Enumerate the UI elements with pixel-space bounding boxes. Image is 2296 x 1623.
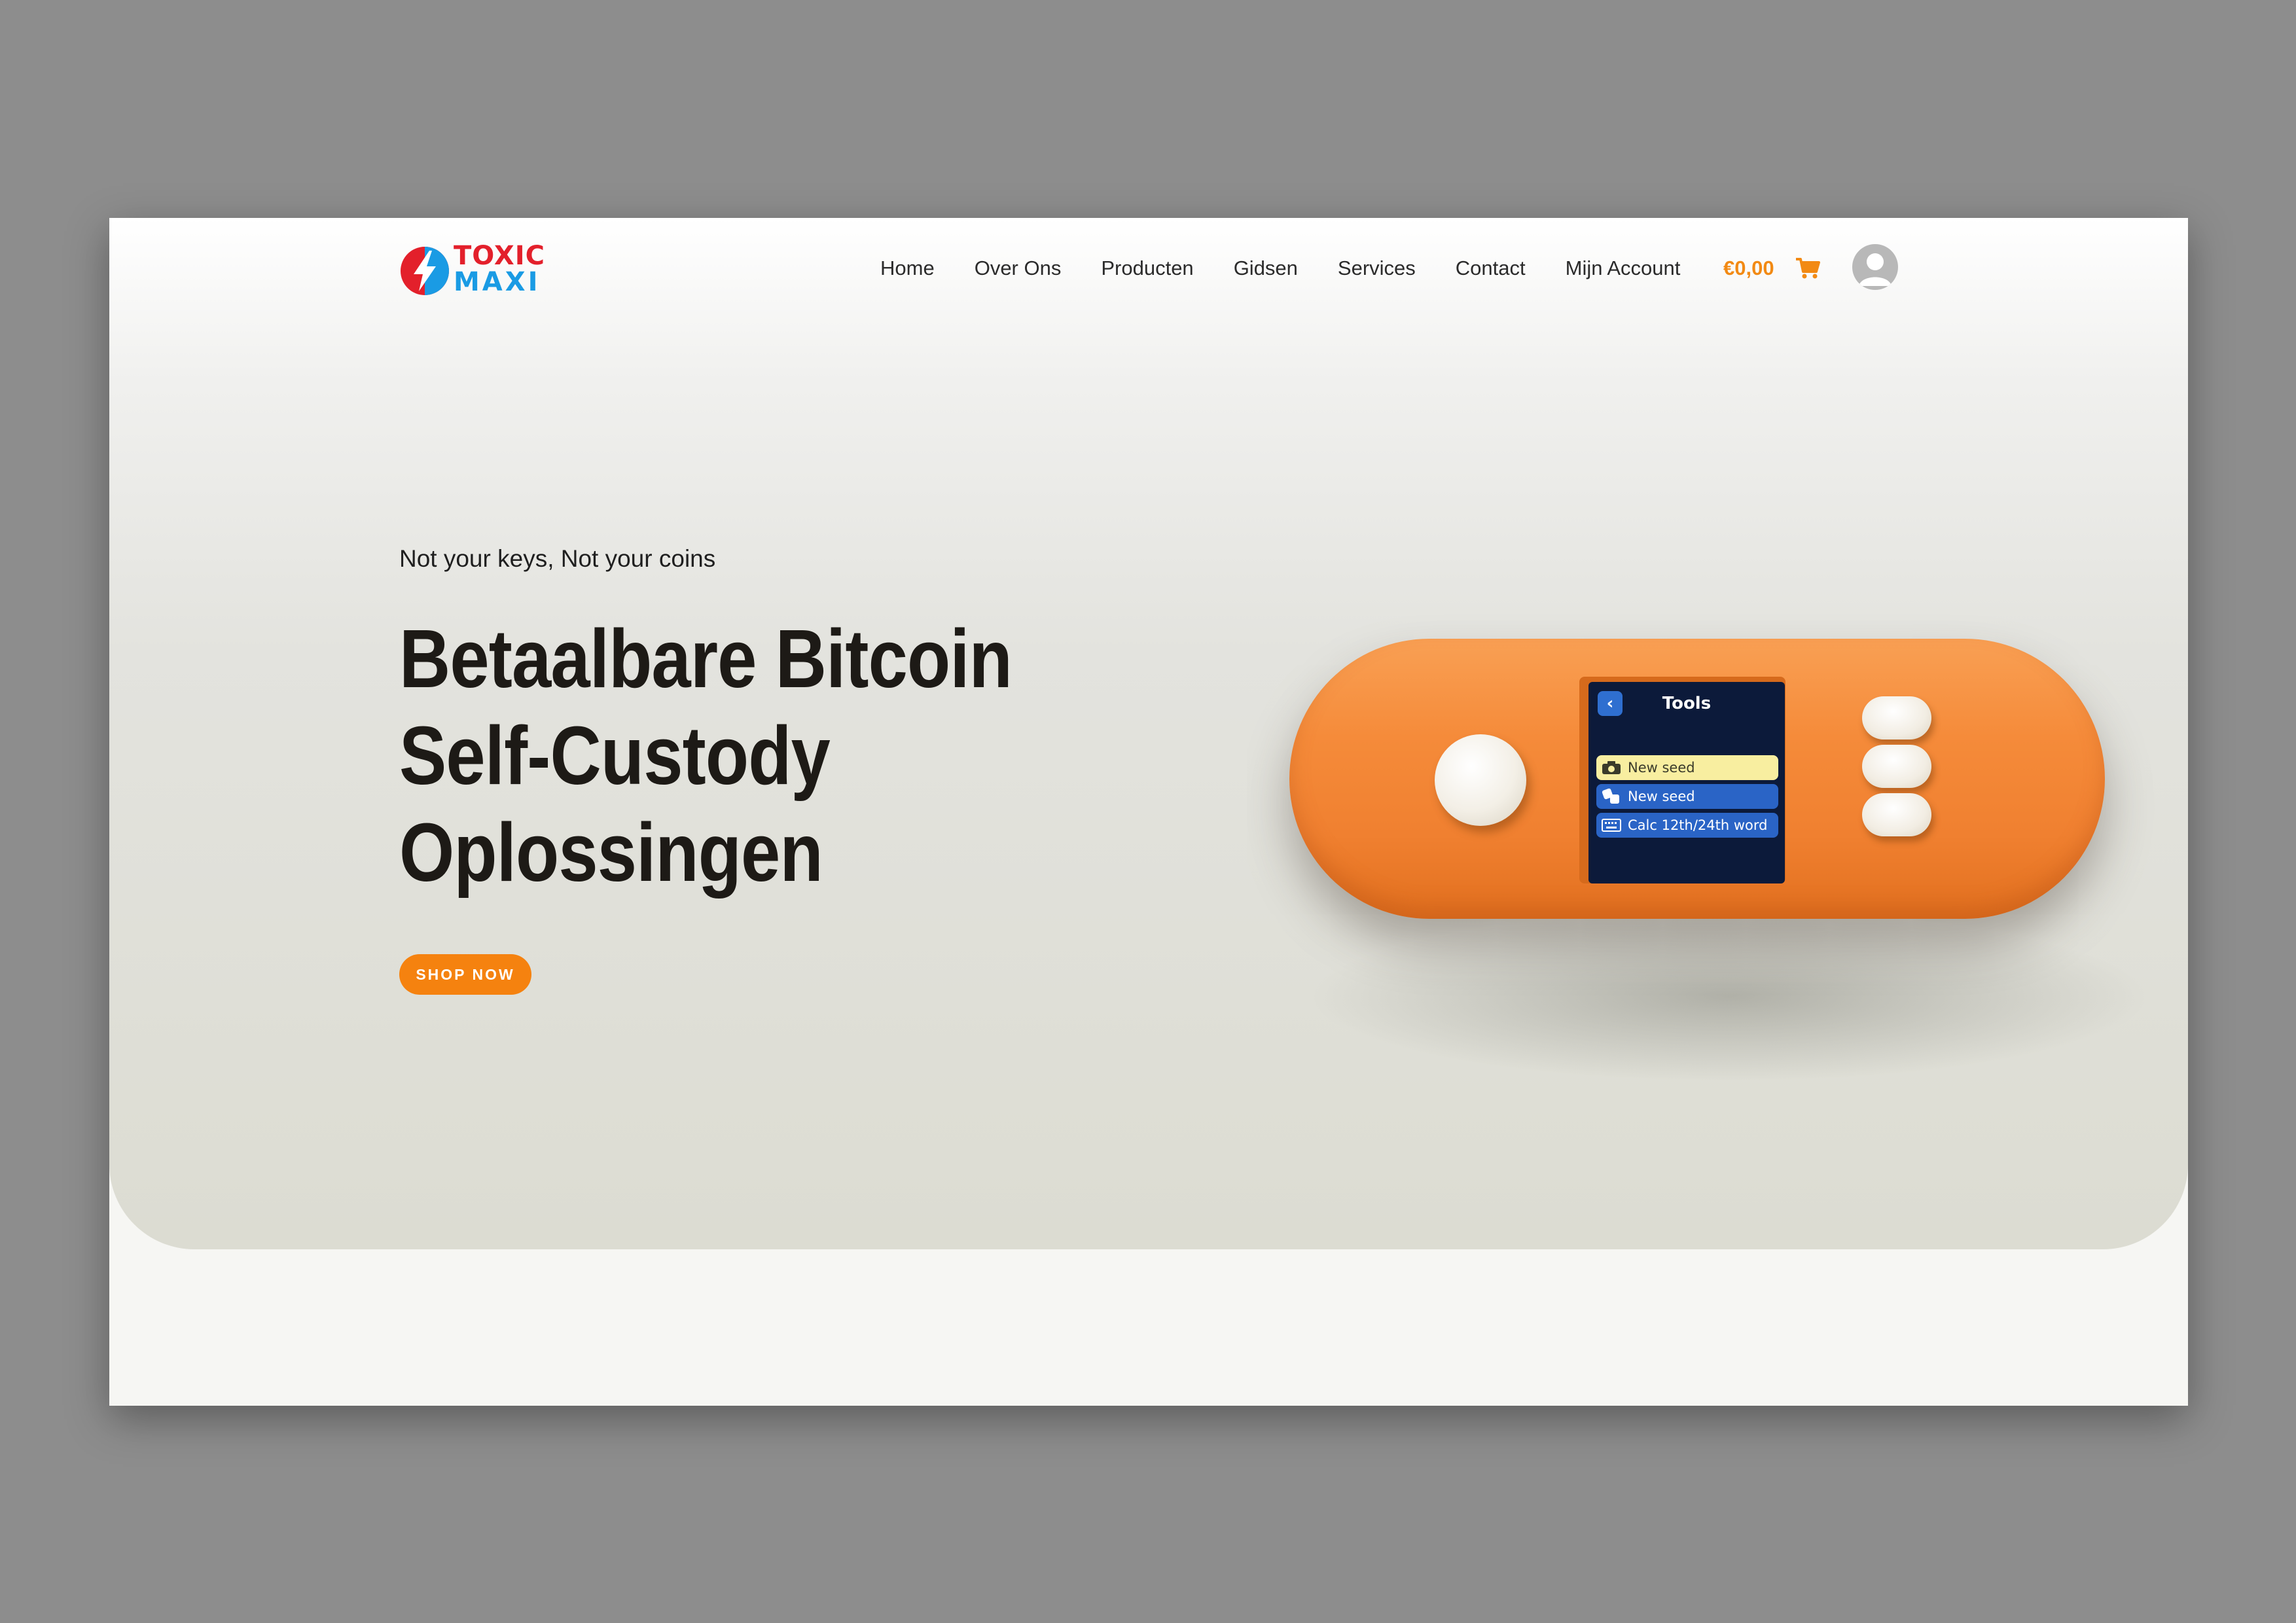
screen-menu-item: New seed: [1596, 755, 1778, 780]
hero-headline-line1: Betaalbare Bitcoin: [399, 613, 1013, 705]
screen-menu-item: Calc 12th/24th word: [1596, 813, 1778, 838]
screen-title: Tools: [1662, 694, 1712, 713]
main-nav: Home Over Ons Producten Gidsen Services …: [880, 252, 1720, 285]
device-shadow: [1307, 912, 2151, 1082]
nav-contact[interactable]: Contact: [1456, 257, 1526, 280]
device-screen: ‹ Tools New seed New seed Calc 12th/24th…: [1588, 682, 1785, 883]
brand-logo[interactable]: TOXIC MAXI: [399, 243, 550, 299]
nav-producten[interactable]: Producten: [1101, 257, 1193, 280]
keyboard-icon: [1602, 819, 1621, 832]
nav-over-ons[interactable]: Over Ons: [975, 257, 1062, 280]
user-avatar-icon[interactable]: [1852, 244, 1898, 290]
shop-now-button[interactable]: SHOP NOW: [399, 954, 531, 995]
cart-icon: [1795, 258, 1820, 279]
camera-icon: [1602, 761, 1621, 774]
device-button-top: [1862, 696, 1931, 740]
device-joystick: [1435, 734, 1526, 826]
brand-name-line1: TOXIC: [454, 241, 545, 271]
nav-gidsen[interactable]: Gidsen: [1234, 257, 1298, 280]
nav-mijn-account[interactable]: Mijn Account: [1566, 257, 1681, 280]
hero-tagline: Not your keys, Not your coins: [399, 545, 716, 572]
brand-name-line2: MAXI: [454, 267, 541, 297]
device-button-bottom: [1862, 793, 1931, 836]
hero-headline-line2: Self-Custody: [399, 709, 831, 802]
nav-services[interactable]: Services: [1338, 257, 1416, 280]
cart-button[interactable]: €0,00: [1723, 252, 1820, 285]
dice-icon: [1602, 788, 1619, 804]
screen-menu-item: New seed: [1596, 784, 1778, 809]
browser-window: TOXIC MAXI Home Over Ons Producten Gidse…: [109, 218, 2188, 1406]
hero-section: TOXIC MAXI Home Over Ons Producten Gidse…: [109, 218, 2188, 1249]
cart-total: €0,00: [1723, 257, 1774, 279]
nav-home[interactable]: Home: [880, 257, 935, 280]
device-button-middle: [1862, 745, 1931, 788]
hero-headline: Betaalbare Bitcoin Self-Custody Oplossin…: [399, 611, 1018, 901]
hardware-wallet-image: ‹ Tools New seed New seed Calc 12th/24th…: [1289, 639, 2105, 919]
hero-headline-line3: Oplossingen: [399, 806, 823, 899]
lightning-logo-icon: [401, 247, 449, 295]
